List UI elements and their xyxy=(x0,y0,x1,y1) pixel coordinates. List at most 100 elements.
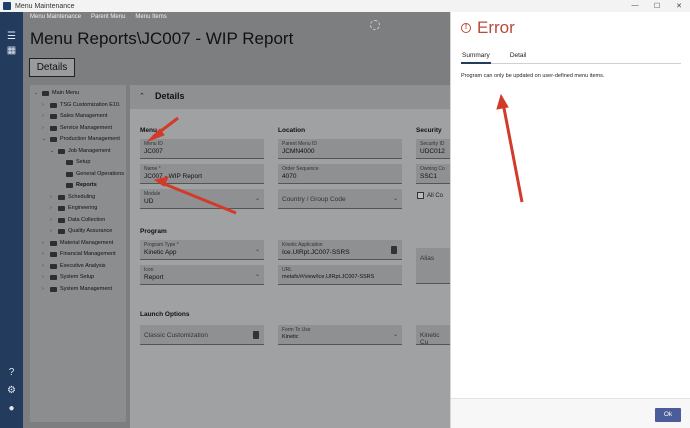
tree-chevron-icon[interactable]: › xyxy=(42,262,50,271)
tree-chevron-icon[interactable]: › xyxy=(50,216,58,225)
error-tabs: Summary Detail xyxy=(461,52,681,64)
security-id-field[interactable]: Security ID UDC012 xyxy=(416,139,450,159)
folder-icon xyxy=(66,171,73,177)
checkbox-box[interactable] xyxy=(417,192,424,199)
parent-menu-id-value: JCMN4000 xyxy=(282,148,315,155)
program-type-dropdown[interactable]: Program Type * Kinetic App ⌄ xyxy=(140,240,264,260)
icon-dropdown[interactable]: Icon Report ⌄ xyxy=(140,265,264,285)
tab-summary[interactable]: Summary xyxy=(461,52,491,64)
settings-icon[interactable]: ⚙ xyxy=(5,384,18,397)
order-sequence-field[interactable]: Order Sequence 4070 xyxy=(278,164,402,184)
tree-item[interactable]: › Sales Management xyxy=(42,112,107,121)
ok-button[interactable]: Ok xyxy=(655,408,681,422)
location-section-title: Location xyxy=(278,127,306,134)
tree-item[interactable]: ⌄ Job Management xyxy=(50,147,111,156)
tree-item-label: Setup xyxy=(76,159,91,165)
maximize-button[interactable]: ☐ xyxy=(646,2,668,10)
country-group-code-dropdown[interactable]: Country / Group Code ⌄ xyxy=(278,189,402,209)
kinetic-application-value: Ice.UIRpt.JC007-SSRS xyxy=(282,249,350,256)
tree-item[interactable]: › Financial Management xyxy=(42,250,116,259)
tree-chevron-icon[interactable]: › xyxy=(50,227,58,236)
tree-item[interactable]: › Service Management xyxy=(42,124,112,133)
tree-item[interactable]: ⌄ Main Menu xyxy=(34,89,79,98)
tree-chevron-icon[interactable]: › xyxy=(42,285,50,294)
breadcrumb-item[interactable]: Menu Maintenance xyxy=(30,14,81,20)
tree-item-label: Sales Management xyxy=(60,113,108,119)
tree-item[interactable]: General Operations xyxy=(58,170,124,179)
tree-chevron-icon[interactable]: › xyxy=(42,112,50,121)
owning-company-field[interactable]: Owning Co SSC1 xyxy=(416,164,450,184)
tree-chevron-icon[interactable]: › xyxy=(42,124,50,133)
tree-chevron-icon[interactable]: › xyxy=(42,250,50,259)
folder-icon xyxy=(50,263,57,269)
tree-chevron-icon[interactable]: ⌄ xyxy=(42,135,50,144)
breadcrumb-item[interactable]: Menu Items xyxy=(135,14,166,20)
chevron-down-icon: ⌄ xyxy=(392,332,398,338)
folder-icon xyxy=(58,148,65,154)
parent-menu-id-field[interactable]: Parent Menu ID JCMN4000 xyxy=(278,139,402,159)
tree-item[interactable]: › Executive Analysis xyxy=(42,262,106,271)
name-field[interactable]: Name * JC007 - WIP Report xyxy=(140,164,264,184)
alias-label: Alias xyxy=(420,255,435,262)
menu-id-label: Menu ID xyxy=(144,141,163,147)
breadcrumb-item[interactable]: Parent Menu xyxy=(91,14,125,20)
tree-item-label: Material Management xyxy=(60,239,114,246)
tree-item[interactable]: Reports xyxy=(58,181,97,190)
all-companies-checkbox[interactable]: All Co xyxy=(417,192,443,199)
tree-item[interactable]: › Material Management xyxy=(42,239,113,248)
security-id-label: Security ID xyxy=(420,141,445,147)
collapse-caret-icon[interactable]: ⌃ xyxy=(139,92,145,100)
file-icon[interactable] xyxy=(253,331,259,339)
kinetic-application-field[interactable]: Kinetic Application Ice.UIRpt.JC007-SSRS xyxy=(278,240,402,260)
tree-item[interactable]: › Data Collection xyxy=(50,216,105,225)
tree-chevron-icon[interactable]: ⌄ xyxy=(50,147,58,156)
tab-detail[interactable]: Detail xyxy=(509,52,528,64)
tree-chevron-icon[interactable]: › xyxy=(42,101,50,110)
tree-item[interactable]: › System Setup xyxy=(42,273,94,282)
security-id-value: UDC012 xyxy=(420,148,445,155)
user-icon[interactable]: ● xyxy=(5,402,18,415)
close-window-button[interactable]: ✕ xyxy=(668,2,690,10)
tree-item[interactable]: › TSG Customization E10. xyxy=(42,101,121,110)
tree-item-label: System Management xyxy=(60,285,112,292)
tree-item[interactable]: › Engineering xyxy=(50,204,97,213)
folder-icon xyxy=(50,286,57,292)
tree-chevron-icon[interactable]: › xyxy=(42,239,50,248)
folder-icon xyxy=(58,206,65,211)
program-type-value: Kinetic App xyxy=(144,249,177,256)
help-icon[interactable]: ? xyxy=(5,366,18,379)
tree-item-label: Production Management xyxy=(60,136,120,142)
minimize-button[interactable]: — xyxy=(624,2,646,10)
tree-item-label: TSG Customization E10. xyxy=(60,101,121,108)
folder-icon xyxy=(50,252,57,257)
apps-grid-icon[interactable]: ▦ xyxy=(5,44,18,57)
tree-item-label: Data Collection xyxy=(68,216,106,223)
tree-item[interactable]: ⌄ Production Management xyxy=(42,135,120,144)
tree-item[interactable]: › System Management xyxy=(42,285,112,294)
folder-icon xyxy=(50,240,57,246)
classic-customization-label: Classic Customization xyxy=(144,332,208,339)
kinetic-customization-field[interactable]: Kinetic Cu xyxy=(416,325,450,346)
classic-customization-field[interactable]: Classic Customization xyxy=(140,325,264,345)
details-button[interactable]: Details xyxy=(29,58,75,77)
tree-item[interactable]: Setup xyxy=(58,158,90,167)
details-panel-header[interactable]: ⌃ Details xyxy=(130,85,450,109)
menu-id-field[interactable]: Menu ID JC007 xyxy=(140,139,264,159)
url-field[interactable]: URL metafx/#/view/Ice.UIRpt.JC007-SSRS xyxy=(278,265,402,285)
tree-item[interactable]: › Scheduling xyxy=(50,193,95,202)
tree-item-label: Executive Analysis xyxy=(60,262,106,269)
form-to-use-dropdown[interactable]: Form To Use Kinetic ⌄ xyxy=(278,325,402,345)
tree-item[interactable]: › Quality Assurance xyxy=(50,227,112,236)
tree-chevron-icon[interactable]: ⌄ xyxy=(34,89,42,98)
tree-item-label: Job Management xyxy=(68,147,111,154)
file-icon[interactable] xyxy=(391,246,397,254)
module-dropdown[interactable]: Module UD ⌄ xyxy=(140,189,264,209)
alias-field[interactable]: Alias xyxy=(416,248,450,284)
hamburger-icon[interactable]: ☰ xyxy=(5,30,18,43)
tree-chevron-icon[interactable]: › xyxy=(50,204,58,213)
window-title: Menu Maintenance xyxy=(15,2,75,10)
folder-icon xyxy=(50,275,57,280)
tree-chevron-icon[interactable]: › xyxy=(50,193,58,202)
tree-chevron-icon[interactable]: › xyxy=(42,273,50,282)
program-type-label: Program Type * xyxy=(144,242,179,248)
